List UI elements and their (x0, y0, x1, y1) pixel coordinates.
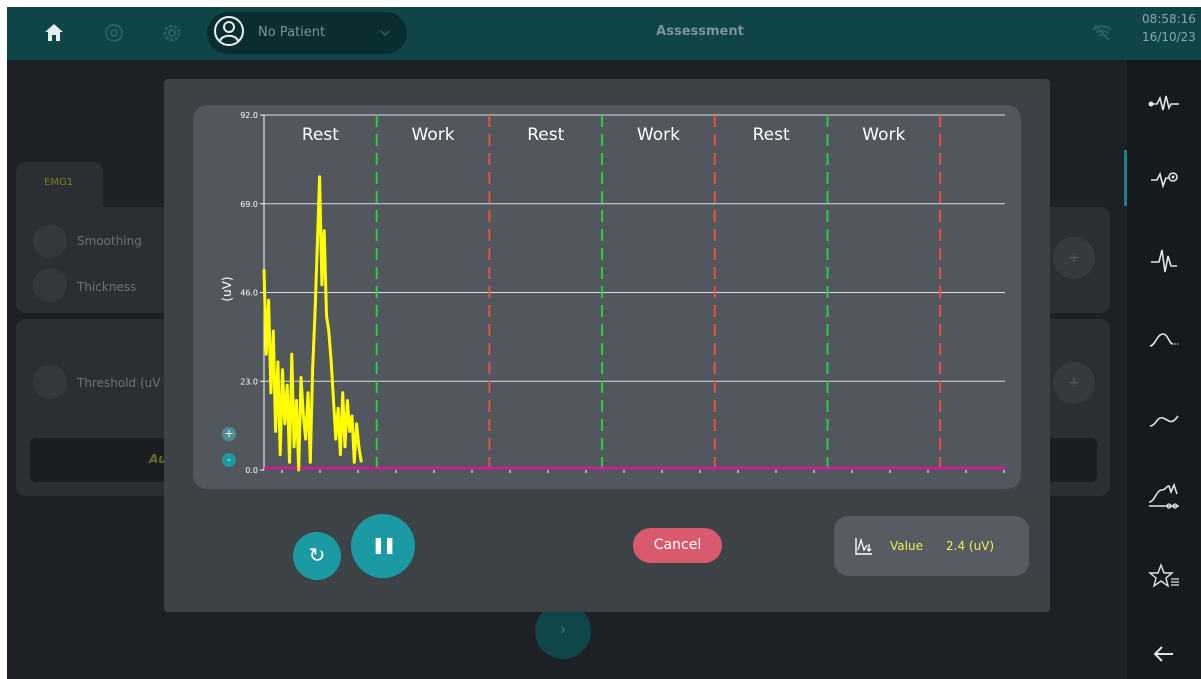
rail-selection-indicator (1124, 150, 1127, 206)
y-tick-label: 69.0 (240, 200, 258, 209)
value-label: Value (890, 539, 923, 553)
emg-chart: 92.0 69.0 46.0 23.0 0.0 (uV) Rest Work Rest Work R… (220, 111, 1005, 475)
phase-label: Work (637, 125, 680, 145)
trend-icon[interactable] (1147, 482, 1181, 510)
tab-emg1-label: EMG1 (44, 177, 74, 188)
y-tick-label: 0.0 (245, 466, 258, 475)
threshold-plus-button[interactable]: + (1053, 362, 1095, 404)
y-axis-label: (uV) (220, 276, 234, 301)
envelope-icon[interactable] (1147, 326, 1181, 354)
smoothing-plus-button[interactable]: + (1053, 237, 1095, 279)
thickness-icon (33, 268, 67, 302)
y-tick-label: 46.0 (240, 289, 258, 298)
value-readout: Value 2.4 (uV) (834, 516, 1029, 576)
tab-emg1[interactable]: EMG1 (16, 162, 103, 207)
phase-label: Work (412, 125, 455, 145)
y-tick-label: 23.0 (240, 377, 258, 386)
phase-label: Work (862, 125, 905, 145)
clock-date: 16/10/23 (1142, 30, 1196, 44)
back-arrow-icon[interactable] (1147, 640, 1181, 668)
cancel-button[interactable]: Cancel (633, 528, 722, 563)
zoom-out-button[interactable]: - (222, 453, 236, 467)
pause-button[interactable]: ❚❚ (351, 514, 415, 578)
chart-panel: 92.0 69.0 46.0 23.0 0.0 (uV) Rest Work Rest Work R… (193, 105, 1021, 489)
phase-label: Rest (527, 125, 564, 145)
clock-time: 08:58:16 (1142, 12, 1196, 26)
emg-view-icon[interactable] (1147, 165, 1181, 193)
wave-icon[interactable] (1147, 406, 1181, 434)
emg-signal-icon[interactable] (1147, 90, 1181, 118)
value-chart-icon (855, 537, 872, 555)
value-text: 2.4 (uV) (946, 539, 995, 553)
clock: 08:58:16 16/10/23 (1140, 10, 1198, 46)
refresh-button[interactable]: ↻ (293, 532, 341, 580)
wifi-off-icon (1092, 24, 1112, 41)
thickness-label: Thickness (77, 280, 137, 294)
threshold-icon (33, 365, 67, 399)
top-bar: No Patient Assessment 08:58:16 16/10/23 (7, 7, 1201, 60)
smoothing-icon (33, 224, 67, 258)
signal-line (262, 175, 363, 472)
zoom-in-button[interactable]: + (222, 427, 236, 441)
phase-label: Rest (302, 125, 339, 145)
app-root: No Patient Assessment 08:58:16 16/10/23 … (7, 7, 1201, 679)
right-rail (1124, 60, 1201, 679)
page-title: Assessment (656, 24, 744, 39)
threshold-label: Threshold (uV (77, 376, 161, 390)
favorites-icon[interactable] (1147, 562, 1181, 590)
assessment-modal: 92.0 69.0 46.0 23.0 0.0 (uV) Rest Work Rest Work R… (164, 79, 1050, 612)
y-tick-label: 92.0 (240, 111, 258, 120)
phase-label: Rest (753, 125, 790, 145)
emg-burst-icon[interactable] (1147, 246, 1181, 274)
smoothing-label: Smoothing (77, 234, 142, 248)
